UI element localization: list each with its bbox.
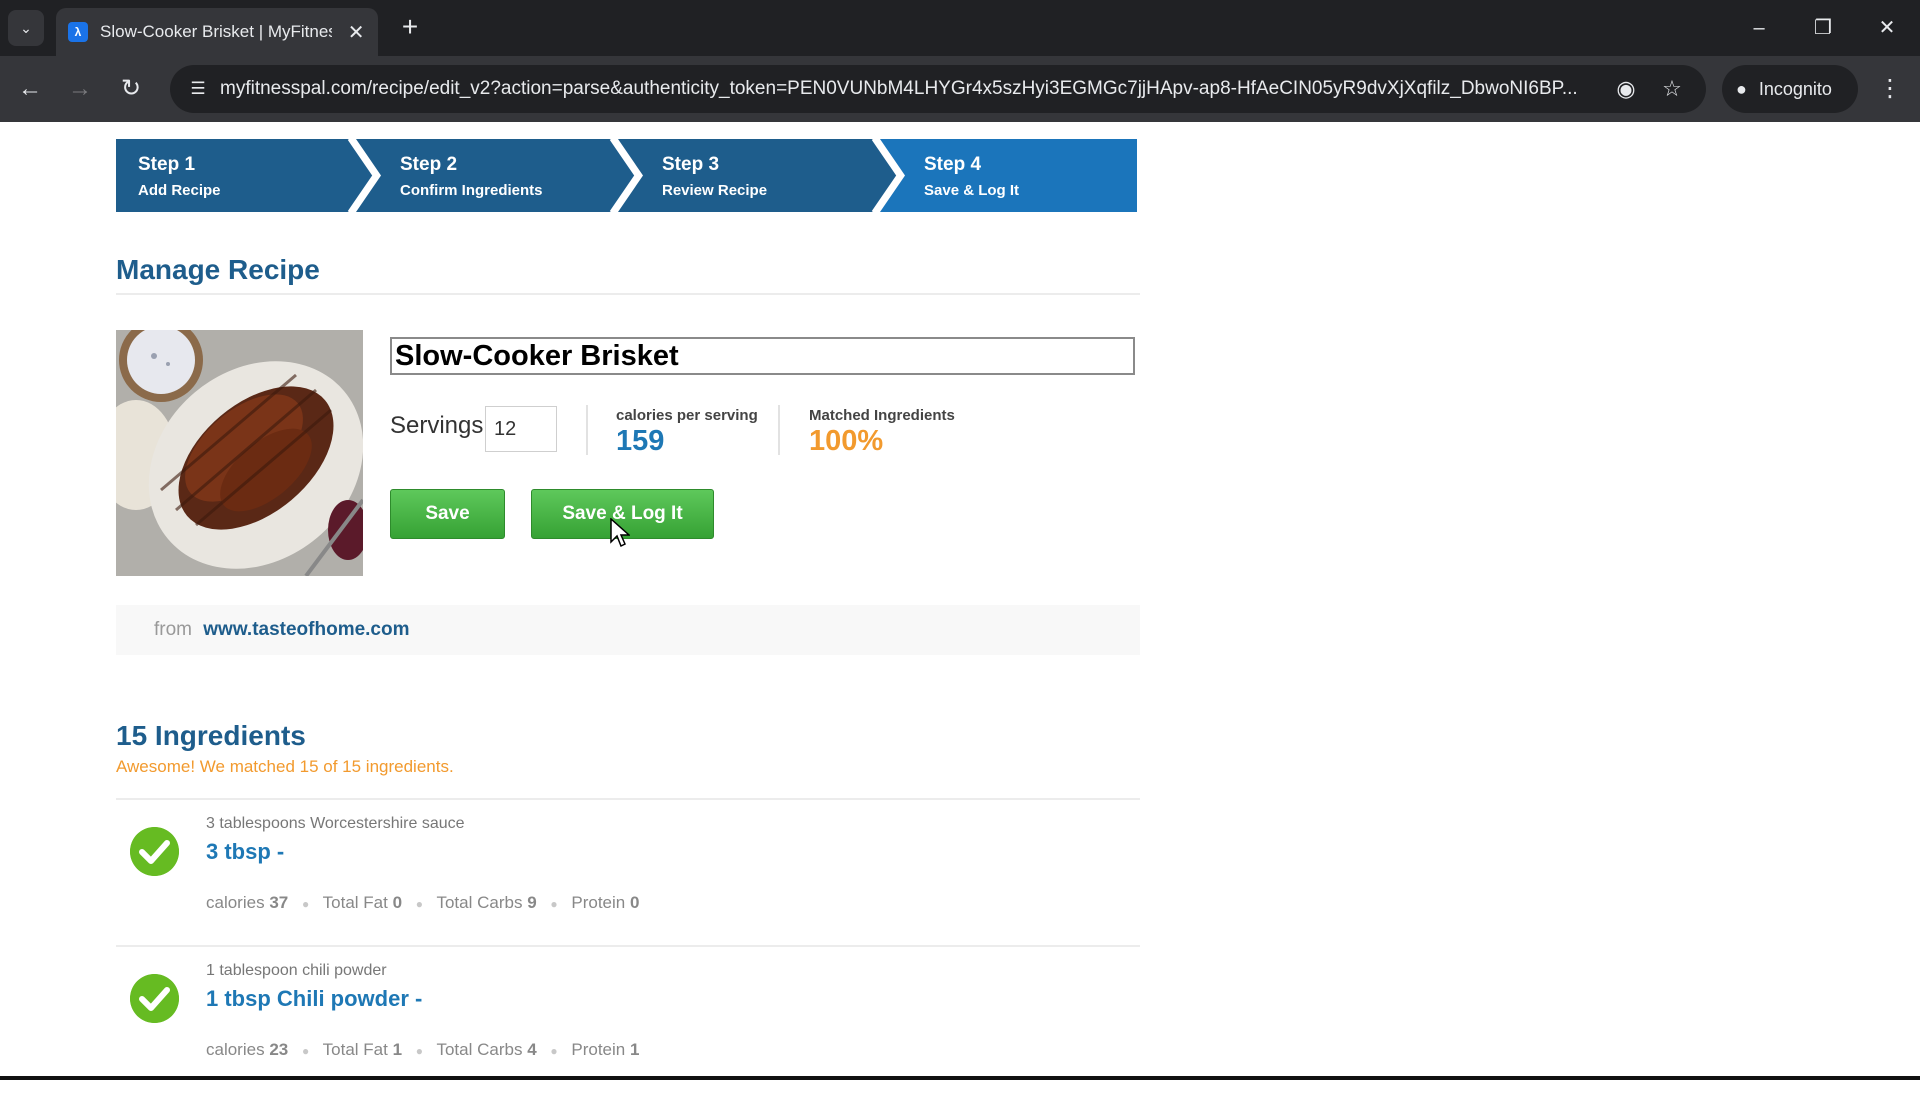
ingredients-title: 15 Ingredients (116, 720, 306, 751)
protein-value: 0 (629, 893, 640, 912)
carbs-value: 9 (527, 893, 537, 912)
reload-icon[interactable]: ↻ (113, 71, 149, 107)
incognito-label: Incognito (1758, 78, 1832, 99)
myfitnesspal-favicon-icon: λ (68, 22, 88, 42)
source-link[interactable]: www.tasteofhome.com (203, 619, 409, 640)
incognito-indicator[interactable]: ● Incognito (1722, 65, 1858, 113)
fat-label: Total Fat (322, 1040, 388, 1059)
bullet-separator: ● (415, 1044, 424, 1058)
bookmark-star-icon[interactable]: ☆ (1658, 75, 1686, 103)
source-from-label: from (154, 619, 192, 640)
step-2-subtitle: Confirm Ingredients (400, 182, 543, 199)
recipe-photo (116, 330, 363, 576)
servings-input[interactable] (485, 406, 557, 452)
step-2-title: Step 2 (400, 154, 458, 175)
browser-tab-active[interactable]: λ Slow-Cooker Brisket | MyFitnessPal ✕ (56, 8, 378, 56)
step-4-title: Step 4 (924, 154, 982, 175)
incognito-icon: ● (1736, 78, 1747, 99)
calories-label: calories (206, 893, 265, 912)
matched-check-icon (130, 974, 179, 1023)
page-content: Step 1 Add Recipe Step 2 Confirm Ingredi… (0, 122, 1920, 1080)
protein-label: Protein (571, 1040, 626, 1059)
url-text[interactable]: myfitnesspal.com/recipe/edit_v2?action=p… (220, 65, 1600, 113)
tab-close-icon[interactable]: ✕ (346, 20, 366, 45)
protein-label: Protein (571, 893, 626, 912)
calories-per-serving-value: 159 (616, 425, 665, 457)
divider (116, 945, 1140, 947)
calories-value: 23 (269, 1040, 289, 1059)
ingredient-match-link[interactable]: 1 tbsp Chili powder - (206, 986, 422, 1012)
servings-label: Servings (390, 412, 484, 439)
carbs-value: 4 (527, 1040, 537, 1059)
fat-value: 1 (392, 1040, 403, 1059)
matched-ingredients-label: Matched Ingredients (809, 407, 955, 424)
carbs-label: Total Carbs (436, 1040, 523, 1059)
minimize-icon[interactable]: – (1736, 10, 1782, 46)
matched-check-icon (130, 827, 179, 876)
step-1-title: Step 1 (138, 154, 196, 175)
bullet-separator: ● (301, 897, 310, 911)
step-1: Step 1 Add Recipe (116, 139, 221, 212)
bullet-separator: ● (415, 897, 424, 911)
restore-window-icon[interactable]: ❐ (1800, 10, 1846, 46)
back-arrow-icon[interactable]: ← (12, 71, 48, 107)
browser-tab-bar: ⌄ λ Slow-Cooker Brisket | MyFitnessPal ✕… (0, 0, 1920, 56)
address-bar[interactable]: ☰ myfitnesspal.com/recipe/edit_v2?action… (170, 65, 1706, 113)
divider (116, 293, 1140, 295)
step-3-subtitle: Review Recipe (662, 182, 768, 199)
new-tab-plus-icon[interactable]: + (394, 12, 426, 44)
step-2: Step 2 Confirm Ingredients (378, 139, 543, 212)
recipe-steps-progress: Step 1 Add Recipe Step 2 Confirm Ingredi… (116, 139, 1137, 212)
step-4-subtitle: Save & Log It (924, 182, 1020, 199)
protein-value: 1 (629, 1040, 640, 1059)
calories-label: calories (206, 1040, 265, 1059)
ingredient-match-link[interactable]: 3 tbsp - (206, 839, 284, 865)
ingredient-nutrition: calories 23 ● Total Fat 1 ● Total Carbs … (206, 1040, 639, 1060)
calories-per-serving-label: calories per serving (616, 407, 758, 424)
browser-menu-kebab-icon[interactable]: ⋮ (1872, 71, 1908, 107)
mouse-cursor-icon (610, 518, 630, 548)
ingredient-item: 3 tablespoons Worcestershire sauce 3 tbs… (116, 805, 1140, 953)
carbs-label: Total Carbs (436, 893, 523, 912)
step-4: Step 4 Save & Log It (902, 139, 1019, 212)
bullet-separator: ● (550, 1044, 558, 1058)
calories-value: 37 (269, 893, 289, 912)
stat-separator (586, 405, 588, 455)
close-window-icon[interactable]: ✕ (1864, 10, 1910, 46)
bullet-separator: ● (301, 1044, 310, 1058)
fat-value: 0 (392, 893, 403, 912)
screen-bottom-edge (0, 1076, 1920, 1080)
tab-list-chevron-icon[interactable]: ⌄ (8, 10, 44, 46)
ingredient-raw-text: 1 tablespoon chili powder (206, 962, 387, 979)
fat-label: Total Fat (322, 893, 388, 912)
save-button[interactable]: Save (390, 489, 505, 539)
recipe-source-bar: from www.tasteofhome.com (116, 605, 1140, 655)
site-info-tune-icon[interactable]: ☰ (184, 75, 212, 103)
recipe-name-input[interactable] (390, 337, 1135, 375)
ingredients-match-message: Awesome! We matched 15 of 15 ingredients… (116, 757, 454, 776)
browser-toolbar: ← → ↻ ☰ myfitnesspal.com/recipe/edit_v2?… (0, 56, 1920, 122)
forward-arrow-icon[interactable]: → (62, 71, 98, 107)
divider (116, 798, 1140, 800)
page-title: Manage Recipe (116, 254, 320, 285)
ingredient-raw-text: 3 tablespoons Worcestershire sauce (206, 815, 465, 832)
eye-slash-icon[interactable]: ◉ (1612, 75, 1640, 103)
bullet-separator: ● (550, 897, 558, 911)
step-3: Step 3 Review Recipe (640, 139, 767, 212)
step-3-title: Step 3 (662, 154, 720, 175)
tab-title: Slow-Cooker Brisket | MyFitnessPal (100, 22, 332, 41)
matched-ingredients-value: 100% (809, 425, 884, 457)
ingredient-nutrition: calories 37 ● Total Fat 0 ● Total Carbs … (206, 893, 639, 913)
stat-separator (778, 405, 780, 455)
step-1-subtitle: Add Recipe (138, 182, 221, 199)
